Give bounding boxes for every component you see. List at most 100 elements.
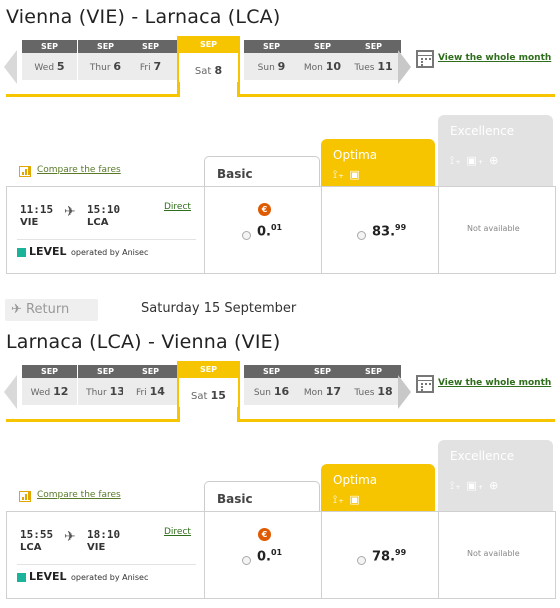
departure-airport: VIE [20,217,39,228]
compare-fares-link[interactable]: Compare the fares [37,165,121,175]
date-month: SEP [346,40,401,53]
inbound-route-title: Larnaca (LCA) - Vienna (VIE) [6,331,281,353]
fare-tab-excellence[interactable]: Excellence ⟟₊ ▣₊ ⊕ [438,440,553,511]
prev-dates-arrow[interactable] [4,50,17,84]
date-tab-sep-9[interactable]: SEP Sun 9 [244,40,299,84]
date-tab-sep-15-selected[interactable]: SEP Sat 15 [177,361,240,413]
fare-tab-basic[interactable]: Basic [204,156,320,186]
date-tab-sep-10[interactable]: SEP Mon 10 [295,40,350,84]
optima-fare-cell[interactable]: 83.99 [321,187,438,273]
seat-bag-icon: ⟟₊ ▣ [333,168,361,181]
date-tab-sep-11[interactable]: SEP Tues 11 [346,40,401,84]
date-tab-sep-5[interactable]: SEP Wed 5 [22,40,77,84]
selection-bracket [177,407,180,422]
date-dow: Sat [194,66,212,77]
fare-name: Optima [333,473,378,487]
date-num: 7 [153,60,162,73]
date-dow: Fri [136,388,147,398]
price-cents: 99 [395,548,407,557]
basic-fare-radio[interactable] [242,231,251,240]
prev-dates-arrow[interactable] [4,375,17,409]
flight-row[interactable]: 11:15 VIE ✈ 15:10 LCA Direct LEVEL opera… [6,186,556,274]
view-whole-month-link[interactable]: View the whole month [438,53,551,63]
calendar-icon[interactable] [416,50,434,68]
flight-info: 15:55 LCA ✈ 18:10 VIE Direct LEVEL opera… [7,512,204,598]
basic-price: 0.01 [257,548,282,564]
direct-link[interactable]: Direct [164,202,191,212]
excellence-fare-cell: Not available [438,512,555,598]
date-month: SEP [295,365,350,378]
basic-fare-cell[interactable]: € 0.01 [204,512,321,598]
return-button[interactable]: ✈ Return [5,299,98,321]
operated-by: operated by Anisec [71,573,149,582]
flight-row[interactable]: 15:55 LCA ✈ 18:10 VIE Direct LEVEL opera… [6,511,556,599]
view-whole-month-link[interactable]: View the whole month [438,378,551,388]
basic-price: 0.01 [257,223,282,239]
next-dates-arrow[interactable] [398,375,411,409]
not-available-text: Not available [467,549,520,558]
basic-fare-cell[interactable]: € 0.01 [204,187,321,273]
optima-fare-cell[interactable]: 78.99 [321,512,438,598]
flight-info: 11:15 VIE ✈ 15:10 LCA Direct LEVEL opera… [7,187,204,273]
selection-underline [237,419,555,422]
price-main: 0. [257,549,271,565]
selection-underline [6,419,178,422]
chart-icon [19,491,31,502]
date-month: SEP [123,365,178,378]
date-dow: Mon [303,388,323,398]
inbound-date-strip: SEP Wed 12 SEP Thur 13 SEP Fri 14 SEP Sa… [0,361,560,425]
date-num: 11 [377,60,393,73]
fare-name: Excellence [450,449,515,463]
date-num: 8 [214,64,223,77]
date-tab-sep-16[interactable]: SEP Sun 16 [244,365,299,409]
divider [17,239,196,240]
date-num: 18 [377,385,393,398]
fare-name: Basic [217,167,253,181]
compare-fares-link[interactable]: Compare the fares [37,490,121,500]
date-dow: Sun [257,63,275,73]
calendar-icon[interactable] [416,375,434,393]
departure-time: 15:55 [20,528,54,541]
date-month: SEP [346,365,401,378]
date-month: SEP [177,361,240,378]
next-dates-arrow[interactable] [398,50,411,84]
basic-fare-radio[interactable] [242,556,251,565]
date-tab-sep-14[interactable]: SEP Fri 14 [123,365,178,409]
arrival-airport: LCA [87,217,109,228]
fare-tab-optima[interactable]: Optima ⟟₊ ▣ [321,139,435,186]
price-cents: 99 [395,223,407,232]
arrival-time: 15:10 [87,203,121,216]
date-tab-sep-17[interactable]: SEP Mon 17 [295,365,350,409]
date-month: SEP [123,40,178,53]
airline-name: LEVEL [29,570,67,583]
price-main: 78. [372,549,396,565]
departure-time: 11:15 [20,203,54,216]
optima-price: 78.99 [372,548,406,564]
date-num: 5 [56,60,65,73]
plane-icon: ✈ [64,204,76,220]
optima-fare-radio[interactable] [357,556,366,565]
date-tab-sep-12[interactable]: SEP Wed 12 [22,365,77,409]
fare-tab-optima[interactable]: Optima ⟟₊ ▣ [321,464,435,511]
not-available-text: Not available [467,224,520,233]
departure-airport: LCA [20,542,42,553]
selection-underline [6,94,178,97]
date-tab-sep-8-selected[interactable]: SEP Sat 8 [177,36,240,88]
date-dow: Sat [191,391,208,402]
seat-bag-plus-icon: ⟟₊ ▣₊ ⊕ [450,154,500,167]
date-tab-sep-18[interactable]: SEP Tues 18 [346,365,401,409]
date-tab-sep-7[interactable]: SEP Fri 7 [123,40,178,84]
fare-name: Optima [333,148,378,162]
inbound-fares-section: Compare the fares Basic Optima ⟟₊ ▣ Exce… [0,440,560,600]
date-dow: Tues [354,388,375,398]
fare-tab-basic[interactable]: Basic [204,481,320,511]
promo-icon: € [258,203,271,216]
fare-tab-excellence[interactable]: Excellence ⟟₊ ▣₊ ⊕ [438,115,553,186]
direct-link[interactable]: Direct [164,527,191,537]
optima-fare-radio[interactable] [357,231,366,240]
outbound-date-strip: SEP Wed 5 SEP Thur 6 SEP Fri 7 SEP Sat 8… [0,36,560,100]
outbound-route-title: Vienna (VIE) - Larnaca (LCA) [6,6,281,28]
date-dow: Thur [86,388,107,398]
excellence-fare-cell: Not available [438,187,555,273]
date-month: SEP [244,365,299,378]
